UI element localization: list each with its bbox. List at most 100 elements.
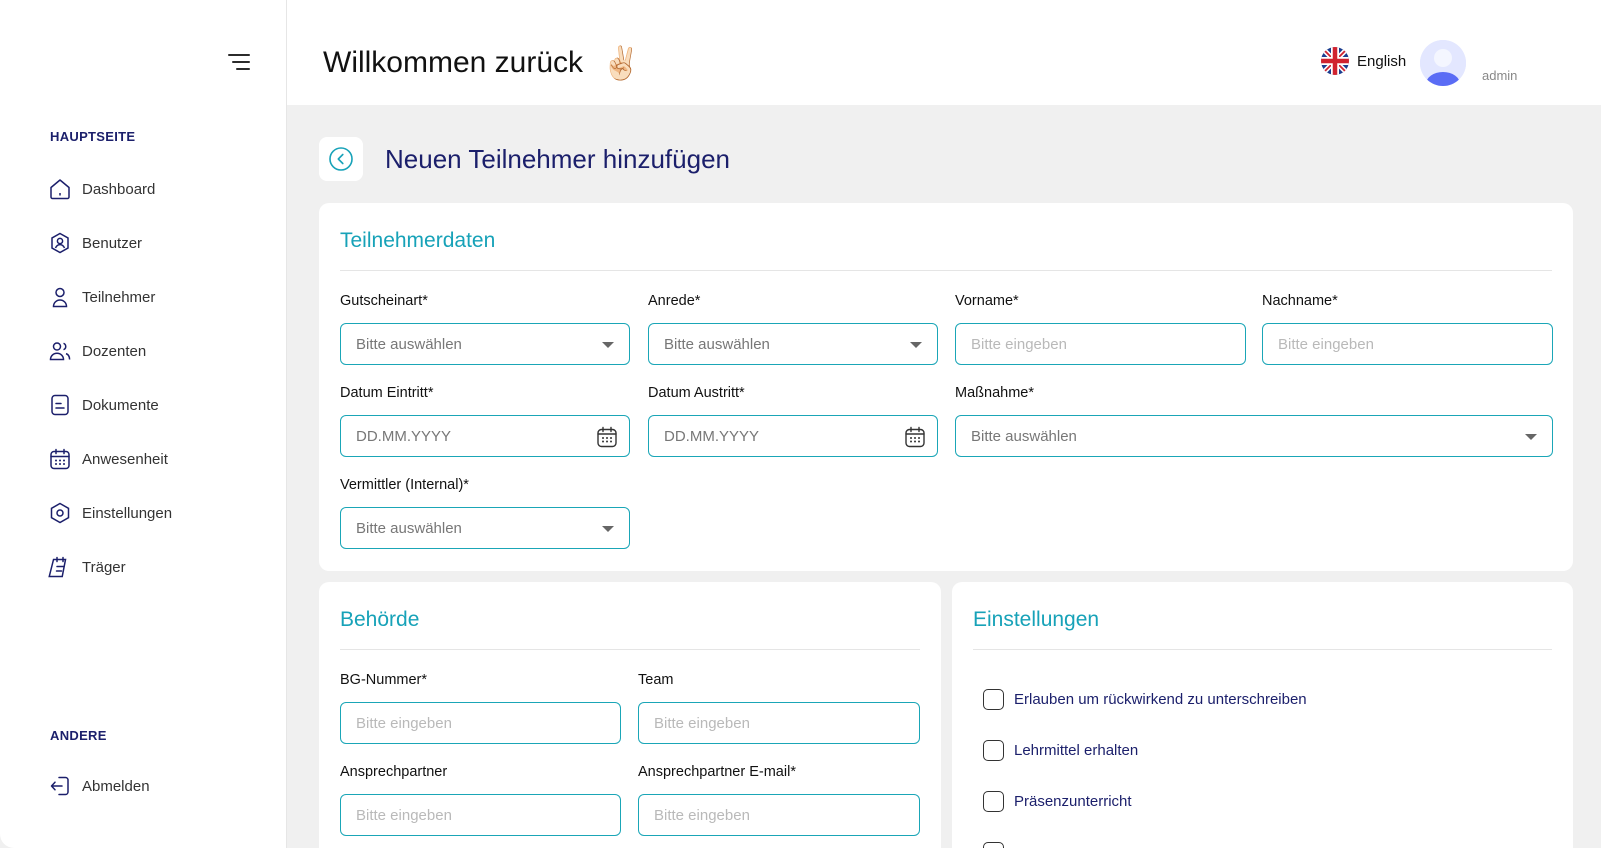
checkbox[interactable]	[983, 689, 1004, 710]
uk-flag-icon	[1321, 47, 1349, 75]
user-role: admin	[1482, 68, 1518, 83]
checkbox-partial[interactable]	[983, 842, 1004, 848]
clipboard-icon	[48, 556, 67, 578]
sidebar-item-traeger[interactable]: Träger	[48, 552, 268, 582]
ansprechpartner-input[interactable]: Bitte eingeben	[340, 794, 621, 836]
team-label: Team	[638, 672, 674, 688]
sidebar-item-dozenten[interactable]: Dozenten	[48, 336, 268, 366]
page-header: Neuen Teilnehmer hinzufügen	[319, 137, 730, 181]
sidebar-section-main: HAUPTSEITE	[50, 129, 136, 144]
sidebar-item-anwesenheit[interactable]: Anwesenheit	[48, 444, 268, 474]
sidebar-section-other: ANDERE	[50, 728, 107, 743]
participant-card-title: Teilnehmerdaten	[340, 229, 496, 252]
massnahme-label: Maßnahme*	[955, 385, 1034, 401]
checkbox-label: Erlauben um rückwirkend zu unterschreibe…	[1014, 691, 1307, 708]
gutscheinart-select[interactable]: Bitte auswählen	[340, 323, 630, 365]
sidebar-item-teilnehmer[interactable]: Teilnehmer	[48, 282, 268, 312]
bg-nummer-label: BG-Nummer*	[340, 672, 428, 688]
sidebar-item-label: Dokumente	[82, 396, 159, 414]
sidebar-item-label: Teilnehmer	[82, 288, 156, 306]
anrede-label: Anrede*	[648, 293, 701, 309]
select-placeholder: Bitte auswählen	[356, 519, 462, 537]
gutscheinart-label: Gutscheinart*	[340, 293, 428, 309]
language-switcher[interactable]: English	[1321, 47, 1406, 75]
massnahme-select[interactable]: Bitte auswählen	[955, 415, 1553, 457]
divider	[340, 649, 920, 650]
input-placeholder: Bitte eingeben	[356, 714, 452, 732]
logout-button[interactable]: Abmelden	[48, 771, 268, 801]
caret-down-icon	[602, 342, 614, 348]
sidebar-item-benutzer[interactable]: Benutzer	[48, 228, 268, 258]
checkbox[interactable]	[983, 740, 1004, 761]
logout-icon	[50, 776, 69, 796]
input-placeholder: Bitte eingeben	[1278, 335, 1374, 353]
welcome-text: Willkommen zurück	[323, 46, 584, 79]
sidebar-item-einstellungen[interactable]: Einstellungen	[48, 498, 268, 528]
ansprechpartner-email-input[interactable]: Bitte eingeben	[638, 794, 920, 836]
app-frame: HAUPTSEITE Dashboard Benutzer Teilnehmer…	[0, 0, 1601, 848]
datum-austritt-input[interactable]: DD.MM.YYYY	[648, 415, 938, 457]
vorname-label: Vorname*	[955, 293, 1019, 309]
vorname-input[interactable]: Bitte eingeben	[955, 323, 1246, 365]
sidebar-item-label: Träger	[82, 558, 126, 576]
ansprechpartner-label: Ansprechpartner	[340, 764, 448, 780]
sidebar-item-label: Anwesenheit	[82, 450, 168, 468]
sidebar-item-label: Dozenten	[82, 342, 147, 360]
team-input[interactable]: Bitte eingeben	[638, 702, 920, 744]
authority-card-title: Behörde	[340, 608, 420, 631]
bg-nummer-input[interactable]: Bitte eingeben	[340, 702, 621, 744]
sidebar: HAUPTSEITE Dashboard Benutzer Teilnehmer…	[0, 0, 287, 848]
home-icon	[50, 179, 70, 200]
vermittler-select[interactable]: Bitte auswählen	[340, 507, 630, 549]
datum-austritt-label: Datum Austritt*	[648, 385, 745, 401]
date-placeholder: DD.MM.YYYY	[356, 427, 452, 445]
logout-label: Abmelden	[82, 777, 150, 795]
calendar-icon[interactable]	[595, 425, 619, 449]
select-placeholder: Bitte auswählen	[664, 335, 770, 353]
checkbox[interactable]	[983, 791, 1004, 812]
participant-card: Teilnehmerdaten Gutscheinart* Bitte ausw…	[319, 203, 1573, 571]
document-icon	[51, 394, 69, 416]
checkbox-retroactive-signing[interactable]: Erlauben um rückwirkend zu unterschreibe…	[983, 689, 1307, 710]
input-placeholder: Bitte eingeben	[356, 806, 452, 824]
back-arrow-icon	[329, 147, 353, 171]
nachname-label: Nachname*	[1262, 293, 1338, 309]
page-title: Neuen Teilnehmer hinzufügen	[385, 143, 730, 174]
back-button[interactable]	[319, 137, 363, 181]
users-icon	[49, 342, 71, 361]
sidebar-item-label: Einstellungen	[82, 504, 173, 522]
nachname-input[interactable]: Bitte eingeben	[1262, 323, 1553, 365]
datum-eintritt-label: Datum Eintritt*	[340, 385, 434, 401]
checkbox[interactable]	[983, 842, 1004, 848]
caret-down-icon	[910, 342, 922, 348]
menu-toggle-icon[interactable]	[228, 54, 250, 70]
sidebar-item-dashboard[interactable]: Dashboard	[48, 174, 268, 204]
sidebar-item-label: Dashboard	[82, 180, 156, 198]
sidebar-item-dokumente[interactable]: Dokumente	[48, 390, 268, 420]
settings-card: Einstellungen Erlauben um rückwirkend zu…	[952, 582, 1573, 848]
divider	[973, 649, 1552, 650]
user-avatar[interactable]	[1420, 40, 1466, 86]
datum-eintritt-input[interactable]: DD.MM.YYYY	[340, 415, 630, 457]
settings-card-title: Einstellungen	[973, 608, 1100, 631]
anrede-select[interactable]: Bitte auswählen	[648, 323, 938, 365]
victory-hand-icon: ✌🏻	[601, 45, 641, 81]
welcome-heading: Willkommen zurück ✌🏻	[323, 44, 641, 82]
checkbox-label: Lehrmittel erhalten	[1014, 742, 1139, 759]
checkbox-teaching-materials[interactable]: Lehrmittel erhalten	[983, 740, 1138, 761]
checkbox-in-person-class[interactable]: Präsenzunterricht	[983, 791, 1132, 812]
language-label: English	[1357, 52, 1407, 70]
user-badge-icon	[51, 232, 69, 254]
authority-card: Behörde BG-Nummer* Bitte eingeben Team B…	[319, 582, 941, 848]
checkbox-label: Präsenzunterricht	[1014, 793, 1132, 810]
calendar-icon[interactable]	[903, 425, 927, 449]
top-bar: Willkommen zurück ✌🏻 English admin	[287, 0, 1601, 105]
vermittler-label: Vermittler (Internal)*	[340, 477, 469, 493]
select-placeholder: Bitte auswählen	[971, 427, 1077, 445]
input-placeholder: Bitte eingeben	[654, 806, 750, 824]
sidebar-item-label: Benutzer	[82, 234, 143, 252]
input-placeholder: Bitte eingeben	[971, 335, 1067, 353]
calendar-icon	[50, 448, 70, 470]
divider	[340, 270, 1552, 271]
caret-down-icon	[1525, 434, 1537, 440]
